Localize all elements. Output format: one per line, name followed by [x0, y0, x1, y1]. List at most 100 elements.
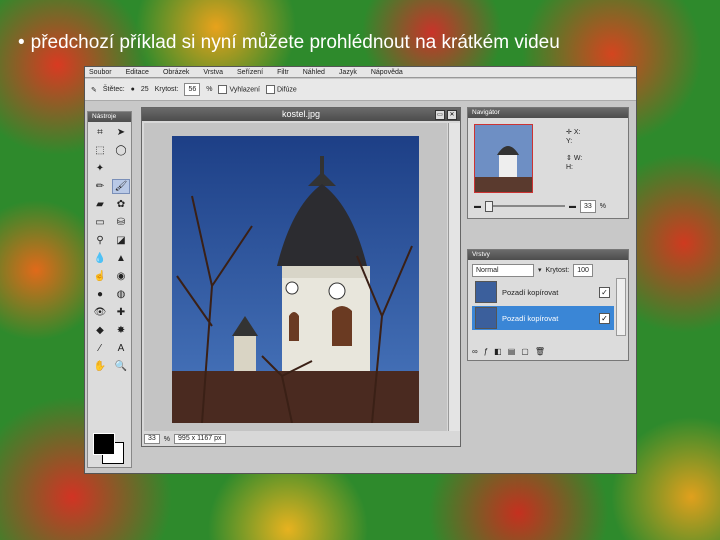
bloat-tool-icon[interactable]: ◆ — [91, 323, 109, 338]
document-title-text: kostel.jpg — [281, 109, 321, 119]
text-tool-icon[interactable]: A — [112, 341, 130, 356]
menu-bar: Soubor Editace Obrázek Vrstva Seřízení F… — [85, 67, 636, 78]
toolbox-title: Nástroje — [88, 112, 131, 122]
marquee-tool-icon[interactable]: ⬚ — [91, 143, 109, 158]
sharpen-tool-icon[interactable]: ▲ — [112, 251, 130, 266]
document-status-bar: 33 % 995 x 1167 px — [144, 434, 226, 444]
chevron-down-icon[interactable]: ▾ — [538, 266, 542, 274]
gradient-tool-icon[interactable]: ▭ — [91, 215, 109, 230]
eraser-tool-icon[interactable]: ▰ — [91, 197, 109, 212]
foreground-color-swatch[interactable] — [93, 433, 115, 455]
editor-window: Soubor Editace Obrázek Vrstva Seřízení F… — [84, 66, 637, 474]
redeye-tool-icon[interactable]: 👁 — [91, 305, 109, 320]
new-layer-icon[interactable]: ▢ — [521, 347, 529, 356]
layers-title: Vrstvy — [468, 250, 628, 260]
replace-color-tool-icon[interactable]: ✿ — [112, 197, 130, 212]
navigator-title: Navigátor — [468, 108, 628, 118]
nav-w-label: W: — [573, 155, 583, 162]
move-tool-icon[interactable]: ➤ — [112, 125, 130, 140]
wand-tool-icon[interactable]: ✦ — [91, 161, 109, 176]
hardness-label: Krytost: — [154, 86, 179, 93]
document-window: kostel.jpg ▭ ✕ 33 % 995 x 1167 px — [141, 107, 461, 447]
menu-adjust[interactable]: Seřízení — [237, 69, 263, 76]
visibility-check-icon[interactable]: ✓ — [599, 312, 610, 324]
document-zoom[interactable]: 33 — [144, 434, 160, 444]
style-icon[interactable]: ƒ — [484, 347, 488, 356]
brush-tool-icon[interactable]: 🖌 — [112, 179, 130, 194]
bullet: • — [18, 32, 25, 53]
layers-footer: ∞ ƒ ◧ ▤ ▢ 🗑 — [472, 347, 545, 356]
layer-controls: Normal ▾ Krytost: 100 — [472, 263, 624, 277]
sponge-tool-icon[interactable]: ◉ — [112, 269, 130, 284]
slide-title-text: předchozí příklad si nyní můžete prohléd… — [30, 32, 560, 53]
diffuse-check-icon — [265, 85, 275, 94]
spot-heal-tool-icon[interactable]: ✚ — [112, 305, 130, 320]
menu-help[interactable]: Nápověda — [371, 69, 403, 76]
zoom-in-icon[interactable]: ▬ — [569, 203, 576, 210]
menu-edit[interactable]: Editace — [126, 69, 149, 76]
size-icon: ⇕ — [566, 155, 574, 162]
opacity-input[interactable]: 100 — [573, 263, 593, 277]
color-replace-icon[interactable]: ◪ — [112, 233, 130, 248]
document-title[interactable]: kostel.jpg ▭ ✕ — [142, 108, 460, 121]
smudge-tool-icon[interactable]: ☝ — [91, 269, 109, 284]
dodge-tool-icon[interactable]: ● — [91, 287, 109, 302]
pencil-tool-icon[interactable]: ✏ — [91, 179, 109, 194]
minimize-icon[interactable]: ▭ — [435, 110, 445, 120]
brush-label: Štětec: — [102, 86, 125, 93]
clone-tool-icon[interactable]: ⚲ — [91, 233, 109, 248]
hand-tool-icon[interactable]: ✋ — [91, 359, 109, 374]
trash-icon[interactable]: 🗑 — [535, 347, 545, 356]
visibility-check-icon[interactable]: ✓ — [599, 286, 610, 298]
layers-panel: Vrstvy Normal ▾ Krytost: 100 Pozadí kopí… — [467, 249, 629, 361]
zoom-out-icon[interactable]: ▬ — [474, 203, 481, 210]
document-canvas[interactable] — [144, 123, 447, 431]
toolbox-panel: Nástroje ⌗ ➤ ⬚ ◯ ✦ ✏ 🖌 ▰ ✿ ▭ ⛁ ⚲ ◪ 💧 ▲ ☝… — [87, 111, 132, 468]
link-icon[interactable]: ∞ — [472, 347, 478, 356]
antialias-label: Vyhlazení — [229, 86, 260, 94]
crosshair-icon: ✛ — [566, 129, 574, 136]
brush-size[interactable]: 25 — [141, 86, 149, 93]
layer-thumbnail — [475, 307, 497, 329]
zoom-tool-icon[interactable]: 🔍 — [112, 359, 130, 374]
menu-view[interactable]: Náhled — [303, 69, 325, 76]
pinch-tool-icon[interactable]: ✸ — [112, 323, 130, 338]
empty-slot-icon — [112, 161, 130, 176]
navigator-panel: Navigátor ✛ X: Y: ⇕ W: H: ▬ ▬ 33 % — [467, 107, 629, 219]
brush-tool-icon: ✎ — [91, 86, 97, 94]
document-scrollbar[interactable] — [448, 123, 460, 431]
crop-tool-icon[interactable]: ⌗ — [91, 125, 109, 140]
menu-layer[interactable]: Vrstva — [203, 69, 223, 76]
lasso-tool-icon[interactable]: ◯ — [112, 143, 130, 158]
layers-scrollbar[interactable] — [616, 278, 626, 336]
menu-filter[interactable]: Filtr — [277, 69, 289, 76]
fill-tool-icon[interactable]: ⛁ — [112, 215, 130, 230]
document-size: 995 x 1167 px — [174, 434, 226, 444]
antialias-checkbox[interactable]: Vyhlazení — [218, 85, 260, 94]
navigator-zoom-input[interactable]: 33 — [580, 199, 596, 213]
menu-file[interactable]: Soubor — [89, 69, 112, 76]
zoom-slider[interactable] — [485, 201, 565, 212]
mask-icon[interactable]: ◧ — [494, 347, 502, 356]
navigator-thumbnail[interactable] — [474, 124, 533, 193]
menu-image[interactable]: Obrázek — [163, 69, 189, 76]
blend-mode-select[interactable]: Normal — [472, 263, 534, 277]
brush-preview-icon[interactable]: ● — [131, 86, 135, 93]
hardness-input[interactable]: 56 — [184, 83, 201, 96]
folder-icon[interactable]: ▤ — [508, 347, 516, 356]
nav-y-label: Y: — [566, 138, 573, 145]
layer-name: Pozadí kopírovat — [502, 313, 559, 323]
layer-row-selected[interactable]: Pozadí kopírovat ✓ — [472, 306, 614, 330]
layer-name: Pozadí kopírovat — [502, 287, 559, 297]
zoom-slider-knob[interactable] — [485, 201, 493, 212]
layer-row[interactable]: Pozadí kopírovat ✓ — [472, 280, 614, 304]
options-toolbar: ✎ Štětec: ● 25 Krytost: 56 % Vyhlazení D… — [85, 79, 636, 101]
blur-tool-icon[interactable]: 💧 — [91, 251, 109, 266]
menu-language[interactable]: Jazyk — [339, 69, 357, 76]
picker-tool-icon[interactable]: ⁄ — [91, 341, 109, 356]
close-icon[interactable]: ✕ — [447, 110, 457, 120]
diffuse-checkbox[interactable]: Difúze — [265, 85, 297, 94]
antialias-check-icon — [218, 85, 228, 94]
burn-tool-icon[interactable]: ◍ — [112, 287, 130, 302]
hardness-unit: % — [206, 86, 213, 93]
